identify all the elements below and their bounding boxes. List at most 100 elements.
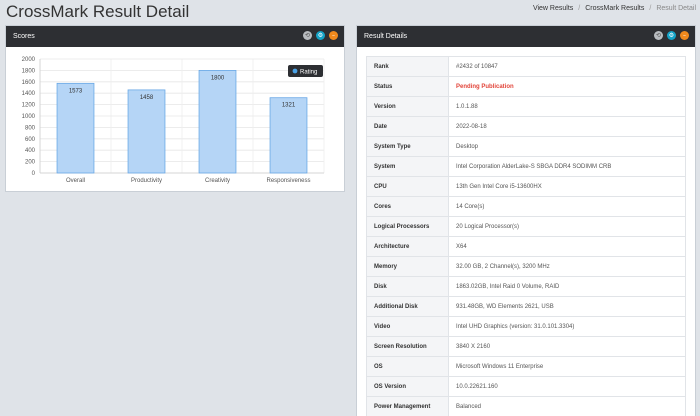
breadcrumb-current: Result Detail: [656, 5, 696, 12]
detail-value: 14 Core(s): [448, 196, 686, 217]
detail-value: 1.0.1.88: [448, 96, 686, 117]
detail-value: Balanced: [448, 396, 686, 416]
detail-key: Logical Processors: [366, 216, 449, 237]
details-panel-header: Result Details ⟲ ⚙ –: [357, 26, 695, 47]
y-tick-label: 1400: [22, 91, 36, 97]
x-tick-label: Overall: [66, 178, 85, 184]
scores-panel: Scores ⟲ ⚙ – 0 200 400 600 800 1000 1200 1400 16…: [5, 25, 345, 192]
scores-panel-controls: ⟲ ⚙ –: [303, 31, 338, 40]
detail-value: X64: [448, 236, 686, 257]
detail-key: Status: [366, 76, 449, 97]
detail-key: OS: [366, 356, 449, 377]
bar: [56, 82, 95, 174]
detail-value: Intel Corporation AlderLake-S SBGA DDR4 …: [448, 156, 686, 177]
detail-key: Date: [366, 116, 449, 137]
y-tick-label: 1000: [22, 114, 36, 120]
bar-data-label: 1573: [69, 88, 83, 94]
table-row: OS Version 10.0.22621.160: [366, 376, 686, 397]
y-tick-label: 800: [25, 125, 36, 131]
y-tick-label: 1200: [22, 103, 36, 109]
detail-value: 32.00 GB, 2 Channel(s), 3200 MHz: [448, 256, 686, 277]
table-row: Architecture X64: [366, 236, 686, 257]
table-row: Logical Processors 20 Logical Processor(s…: [366, 216, 686, 237]
detail-value: 3840 X 2160: [448, 336, 686, 357]
detail-value: 20 Logical Processor(s): [448, 216, 686, 237]
y-tick-label: 0: [32, 171, 36, 177]
table-row: Additional Disk 931.48GB, WD Elements 262…: [366, 296, 686, 317]
table-row: Screen Resolution 3840 X 2160: [366, 336, 686, 357]
x-tick-label: Creativity: [205, 178, 230, 184]
table-row: Disk 1863.02GB, Intel Raid 0 Volume, RAID: [366, 276, 686, 297]
x-tick-label: Productivity: [131, 178, 162, 184]
detail-key: Memory: [366, 256, 449, 277]
detail-key: Video: [366, 316, 449, 337]
minus-icon[interactable]: –: [680, 31, 689, 40]
breadcrumb: View Results / CrossMark Results / Resul…: [533, 5, 696, 12]
detail-key: Cores: [366, 196, 449, 217]
minus-icon[interactable]: –: [329, 31, 338, 40]
breadcrumb-view-results[interactable]: View Results: [533, 5, 573, 12]
y-tick-label: 2000: [22, 57, 36, 63]
table-row: Status Pending Publication: [366, 76, 686, 97]
detail-key: System: [366, 156, 449, 177]
y-tick-label: 1600: [22, 80, 36, 86]
status-badge: Pending Publication: [448, 76, 686, 97]
detail-value: 2022-08-18: [448, 116, 686, 137]
detail-value: Intel UHD Graphics (version: 31.0.101.33…: [448, 316, 686, 337]
detail-key: CPU: [366, 176, 449, 197]
scores-panel-header: Scores ⟲ ⚙ –: [6, 26, 344, 47]
y-tick-label: 400: [25, 148, 36, 154]
table-row: System Type Desktop: [366, 136, 686, 157]
bar: [269, 97, 308, 174]
y-tick-label: 600: [25, 137, 36, 143]
details-panel-controls: ⟲ ⚙ –: [654, 31, 689, 40]
table-row: Version 1.0.1.88: [366, 96, 686, 117]
breadcrumb-crossmark-results[interactable]: CrossMark Results: [585, 5, 644, 12]
detail-key: System Type: [366, 136, 449, 157]
bar-data-label: 1458: [140, 95, 154, 101]
detail-key: Version: [366, 96, 449, 117]
table-row: Date 2022-08-18: [366, 116, 686, 137]
details-body: Rank #2432 of 10847 Status Pending Publicat…: [357, 47, 695, 416]
legend-label: Rating: [300, 69, 317, 75]
gear-icon[interactable]: ⚙: [316, 31, 325, 40]
table-row: System Intel Corporation AlderLake-S SBGA…: [366, 156, 686, 177]
detail-key: Screen Resolution: [366, 336, 449, 357]
detail-value: Desktop: [448, 136, 686, 157]
detail-key: Disk: [366, 276, 449, 297]
details-panel: Result Details ⟲ ⚙ – Rank #2432 of 10847 S…: [356, 25, 696, 416]
scores-panel-title: Scores: [13, 33, 35, 40]
detail-value: #2432 of 10847: [448, 56, 686, 77]
gear-icon[interactable]: ⚙: [667, 31, 676, 40]
scores-chart-svg: 0 200 400 600 800 1000 1200 1400 1600 1800 2000 157…: [22, 57, 325, 184]
detail-value: Microsoft Windows 11 Enterprise: [448, 356, 686, 377]
table-row: Rank #2432 of 10847: [366, 56, 686, 77]
breadcrumb-separator: /: [578, 5, 581, 12]
detail-key: Power Management: [366, 396, 449, 416]
bar: [198, 69, 237, 174]
details-table: Rank #2432 of 10847 Status Pending Publicat…: [366, 56, 686, 416]
detail-value: 931.48GB, WD Elements 2621, USB: [448, 296, 686, 317]
detail-key: Architecture: [366, 236, 449, 257]
detail-value: 1863.02GB, Intel Raid 0 Volume, RAID: [448, 276, 686, 297]
x-tick-label: Responsiveness: [266, 178, 310, 184]
refresh-icon[interactable]: ⟲: [654, 31, 663, 40]
detail-key: OS Version: [366, 376, 449, 397]
scores-chart: 0 200 400 600 800 1000 1200 1400 1600 1800 2000 157…: [6, 47, 344, 192]
detail-key: Additional Disk: [366, 296, 449, 317]
table-row: CPU 13th Gen Intel Core i5-13600HX: [366, 176, 686, 197]
detail-key: Rank: [366, 56, 449, 77]
legend-dot: [292, 68, 298, 74]
table-row: OS Microsoft Windows 11 Enterprise: [366, 356, 686, 377]
detail-value: 13th Gen Intel Core i5-13600HX: [448, 176, 686, 197]
detail-value: 10.0.22621.160: [448, 376, 686, 397]
table-row: Memory 32.00 GB, 2 Channel(s), 3200 MHz: [366, 256, 686, 277]
refresh-icon[interactable]: ⟲: [303, 31, 312, 40]
table-row: Video Intel UHD Graphics (version: 31.0.1…: [366, 316, 686, 337]
breadcrumb-separator: /: [649, 5, 652, 12]
bar-data-label: 1321: [282, 103, 296, 109]
bar: [127, 89, 166, 174]
y-tick-label: 1800: [22, 68, 36, 74]
details-panel-title: Result Details: [364, 33, 408, 40]
table-row: Power Management Balanced: [366, 396, 686, 416]
